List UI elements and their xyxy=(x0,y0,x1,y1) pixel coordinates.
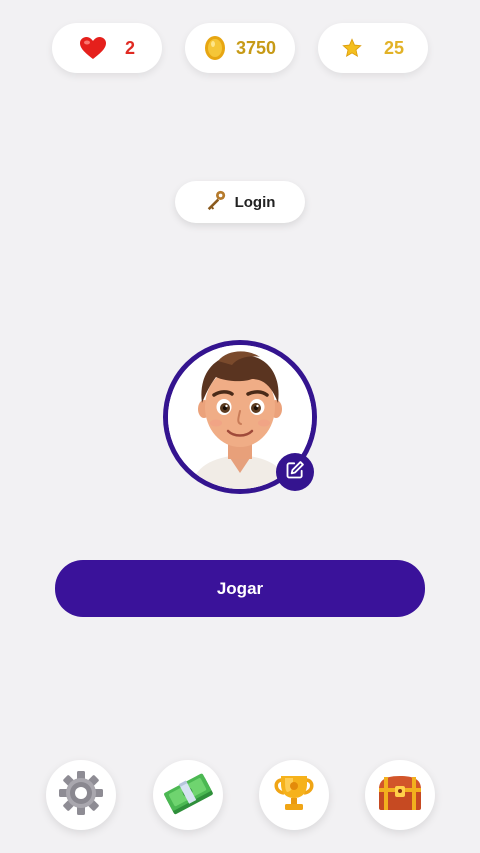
coins-counter: 3750 xyxy=(185,23,295,73)
home-screen: 2 3750 25 Login Jogar xyxy=(0,0,480,853)
stars-value: 25 xyxy=(383,37,405,58)
money-icon xyxy=(162,770,214,821)
key-icon xyxy=(205,189,227,215)
trophy-button[interactable] xyxy=(259,760,329,830)
gear-icon xyxy=(57,769,105,822)
coins-value: 3750 xyxy=(235,37,277,58)
star-icon xyxy=(342,38,362,58)
coin-icon xyxy=(204,35,226,61)
chest-button[interactable] xyxy=(365,760,435,830)
edit-avatar-button[interactable] xyxy=(276,453,314,491)
trophy-icon xyxy=(271,772,317,819)
settings-button[interactable] xyxy=(46,760,116,830)
lives-counter: 2 xyxy=(52,23,162,73)
stars-counter: 25 xyxy=(318,23,428,73)
chest-icon xyxy=(375,773,425,818)
login-button[interactable]: Login xyxy=(175,181,305,223)
shop-button[interactable] xyxy=(153,760,223,830)
edit-icon xyxy=(285,460,305,485)
play-button[interactable]: Jogar xyxy=(55,560,425,617)
profile-avatar xyxy=(163,340,317,494)
lives-value: 2 xyxy=(124,37,135,58)
login-label: Login xyxy=(234,193,276,211)
heart-icon xyxy=(79,36,107,60)
